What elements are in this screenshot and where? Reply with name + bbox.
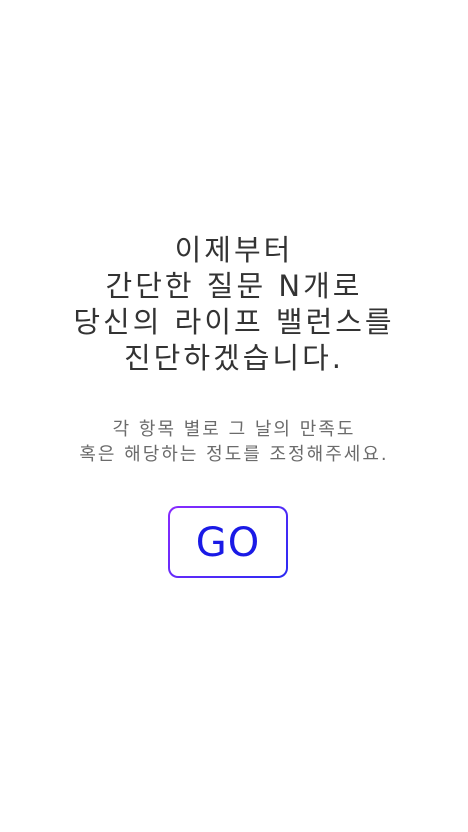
intro-title-line: 간단한 질문 N개로 (105, 269, 363, 303)
intro-instructions-line: 각 항목 별로 그 날의 만족도 (112, 419, 356, 440)
intro-screen: 이제부터 간단한 질문 N개로 당신의 라이프 밸런스를 진단하겠습니다. 각 … (0, 0, 468, 832)
intro-instructions-line: 혹은 해당하는 정도를 조정해주세요. (79, 444, 389, 465)
go-button-label: GO (195, 520, 261, 566)
intro-title-line: 진단하겠습니다. (124, 341, 344, 375)
intro-title-line: 이제부터 (174, 233, 294, 267)
intro-title: 이제부터 간단한 질문 N개로 당신의 라이프 밸런스를 진단하겠습니다. (0, 232, 468, 376)
go-button[interactable]: GO (168, 506, 288, 578)
intro-instructions: 각 항목 별로 그 날의 만족도 혹은 해당하는 정도를 조정해주세요. (0, 417, 468, 467)
intro-title-line: 당신의 라이프 밸런스를 (73, 305, 395, 339)
